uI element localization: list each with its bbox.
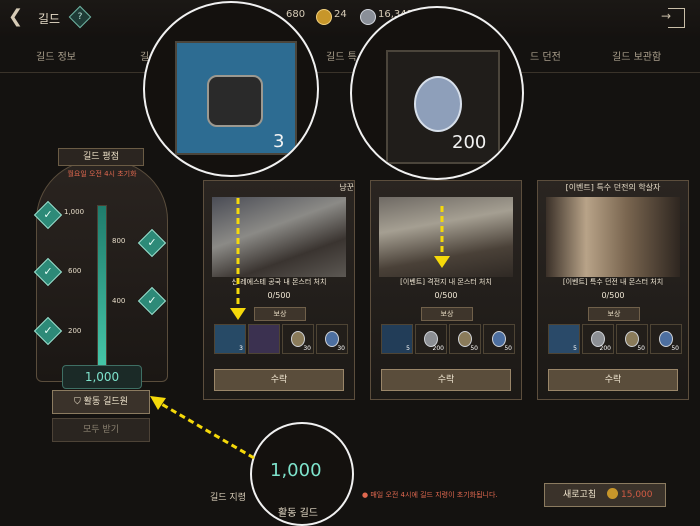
refresh-button[interactable]: 새로고침 15,000: [544, 483, 666, 507]
reset-warning: ● 매일 오전 4시에 길드 지령이 초기화됩니다.: [362, 491, 498, 499]
gold-coin-icon: [607, 488, 618, 499]
arrow-head: [434, 256, 450, 268]
arrow-head: [150, 396, 166, 410]
guild-directive-label: 길드 지령: [210, 493, 246, 503]
refresh-cost: 15,000: [621, 490, 653, 500]
annotation-arrows: [150, 198, 450, 460]
arrow-head: [230, 308, 246, 320]
refresh-label: 새로고침: [563, 490, 597, 500]
arrow-line: [157, 400, 255, 460]
